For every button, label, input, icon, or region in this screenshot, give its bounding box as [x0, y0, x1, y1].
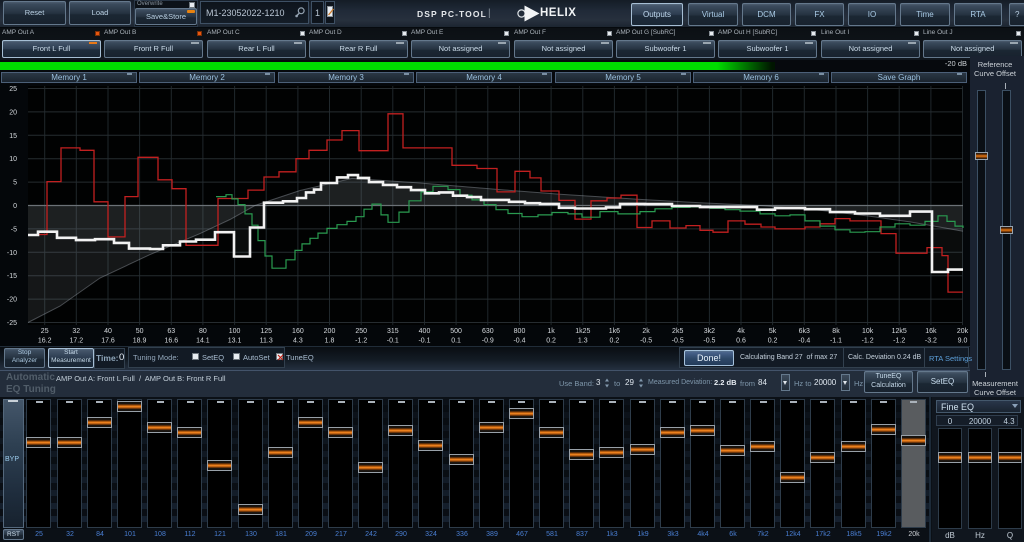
svg-text:-25: -25	[7, 320, 17, 327]
svg-text:315: 315	[387, 328, 399, 335]
svg-text:20k: 20k	[957, 328, 969, 335]
svg-text:5: 5	[13, 180, 17, 187]
svg-text:160: 160	[292, 328, 304, 335]
svg-text:14.1: 14.1	[196, 338, 210, 345]
svg-text:-1.2: -1.2	[355, 338, 367, 345]
svg-text:8k: 8k	[832, 328, 840, 335]
svg-text:800: 800	[514, 328, 526, 335]
svg-text:0: 0	[13, 203, 17, 210]
svg-text:17.6: 17.6	[101, 338, 115, 345]
svg-text:1k: 1k	[547, 328, 555, 335]
svg-text:25: 25	[41, 328, 49, 335]
svg-text:0.2: 0.2	[610, 338, 620, 345]
svg-text:0.2: 0.2	[546, 338, 556, 345]
svg-text:-0.1: -0.1	[418, 338, 430, 345]
svg-text:-15: -15	[7, 273, 17, 280]
svg-text:9.0: 9.0	[958, 338, 968, 345]
svg-text:-10: -10	[7, 250, 17, 257]
svg-text:200: 200	[324, 328, 336, 335]
svg-text:1.3: 1.3	[578, 338, 588, 345]
svg-text:0.2: 0.2	[768, 338, 778, 345]
svg-text:-20: -20	[7, 297, 17, 304]
svg-text:50: 50	[136, 328, 144, 335]
svg-text:80: 80	[199, 328, 207, 335]
svg-text:-0.5: -0.5	[640, 338, 652, 345]
svg-text:-0.5: -0.5	[672, 338, 684, 345]
svg-text:400: 400	[419, 328, 431, 335]
svg-text:10k: 10k	[862, 328, 874, 335]
svg-text:0.1: 0.1	[451, 338, 461, 345]
svg-text:250: 250	[355, 328, 367, 335]
svg-text:3k2: 3k2	[704, 328, 715, 335]
svg-text:32: 32	[72, 328, 80, 335]
svg-text:2k5: 2k5	[672, 328, 683, 335]
svg-text:10: 10	[9, 156, 17, 163]
svg-text:12k5: 12k5	[892, 328, 907, 335]
svg-text:630: 630	[482, 328, 494, 335]
svg-text:40: 40	[104, 328, 112, 335]
svg-text:18.9: 18.9	[133, 338, 147, 345]
svg-text:13.1: 13.1	[228, 338, 242, 345]
svg-text:0.6: 0.6	[736, 338, 746, 345]
svg-text:4k: 4k	[737, 328, 745, 335]
svg-text:4.3: 4.3	[293, 338, 303, 345]
svg-text:-0.4: -0.4	[798, 338, 810, 345]
svg-text:-1.2: -1.2	[893, 338, 905, 345]
svg-text:1k25: 1k25	[575, 328, 590, 335]
svg-text:-3.2: -3.2	[925, 338, 937, 345]
svg-text:5k: 5k	[769, 328, 777, 335]
svg-text:-5: -5	[11, 226, 17, 233]
svg-text:2k: 2k	[642, 328, 650, 335]
svg-text:16.6: 16.6	[164, 338, 178, 345]
svg-text:500: 500	[450, 328, 462, 335]
svg-text:-0.9: -0.9	[482, 338, 494, 345]
svg-text:1.8: 1.8	[325, 338, 335, 345]
svg-text:20: 20	[9, 109, 17, 116]
svg-text:-1.1: -1.1	[830, 338, 842, 345]
svg-text:-0.5: -0.5	[703, 338, 715, 345]
svg-text:17.2: 17.2	[69, 338, 83, 345]
svg-text:125: 125	[260, 328, 272, 335]
svg-text:16k: 16k	[925, 328, 937, 335]
svg-text:-0.4: -0.4	[513, 338, 525, 345]
svg-text:6k3: 6k3	[799, 328, 810, 335]
svg-text:-0.1: -0.1	[387, 338, 399, 345]
svg-text:15: 15	[9, 133, 17, 140]
svg-text:11.3: 11.3	[260, 338, 273, 345]
svg-text:100: 100	[229, 328, 241, 335]
svg-text:25: 25	[9, 86, 17, 93]
svg-text:16.2: 16.2	[38, 338, 52, 345]
svg-text:-1.2: -1.2	[862, 338, 874, 345]
svg-text:63: 63	[167, 328, 175, 335]
svg-text:1k6: 1k6	[609, 328, 620, 335]
